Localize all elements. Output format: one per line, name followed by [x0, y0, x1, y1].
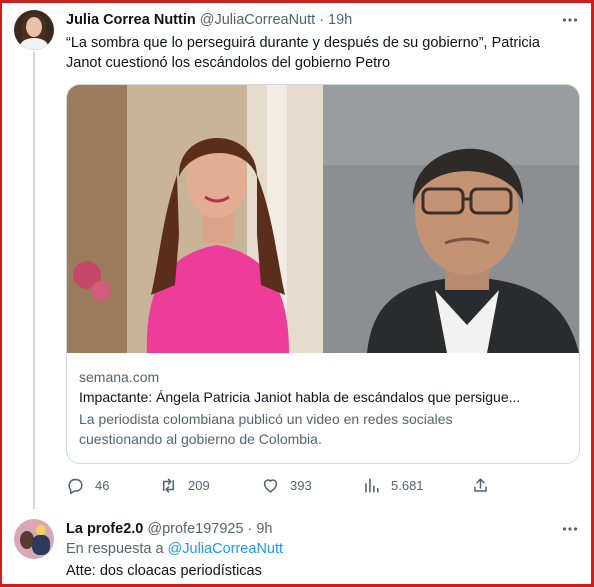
reply-button[interactable]: 46 — [66, 474, 109, 496]
tweet-text-line: “La sombra que lo perseguirá durante y d… — [66, 35, 540, 51]
more-icon[interactable] — [560, 10, 580, 30]
retweet-button[interactable]: 209 — [159, 474, 210, 496]
views-count: 5.681 — [391, 477, 424, 493]
reply-icon — [68, 478, 83, 494]
window-frame-left — [0, 0, 2, 587]
like-icon — [263, 478, 278, 493]
reply-author-avatar[interactable] — [14, 519, 54, 559]
tweet-actions: 46 209 393 5.681 — [66, 474, 506, 496]
link-card-info[interactable]: semana.com Impactante: Ángela Patricia J… — [79, 367, 569, 449]
link-card-image[interactable] — [67, 85, 579, 353]
more-icon[interactable] — [560, 519, 580, 539]
link-card[interactable]: semana.com Impactante: Ángela Patricia J… — [66, 84, 580, 464]
reply-count: 46 — [95, 477, 110, 493]
share-icon — [474, 477, 487, 492]
thread-connector-line — [33, 52, 35, 509]
author-name[interactable]: Julia Correa Nuttin — [66, 12, 196, 28]
window-frame-top — [0, 0, 594, 3]
link-card-description: La periodista colombiana publicó un vide… — [79, 409, 569, 449]
share-button[interactable] — [471, 474, 490, 496]
like-button[interactable]: 393 — [261, 474, 312, 496]
link-card-domain: semana.com — [79, 369, 160, 385]
tweet-header: Julia Correa Nuttin @JuliaCorreaNutt · 1… — [66, 10, 352, 30]
retweet-icon — [162, 477, 175, 493]
link-card-description-line: cuestionando al gobierno de Colombia. — [79, 431, 322, 447]
author-handle[interactable]: @JuliaCorreaNutt — [200, 12, 315, 28]
reply-header-separator: · — [247, 521, 253, 537]
like-count: 393 — [290, 477, 312, 493]
author-avatar[interactable] — [14, 10, 54, 50]
reply-text: Atte: dos cloacas periodísticas — [66, 563, 262, 579]
reply-author-name[interactable]: La profe2.0 — [66, 521, 143, 537]
replying-to: En respuesta a @JuliaCorreaNutt — [66, 541, 283, 557]
replying-to-mention[interactable]: @JuliaCorreaNutt — [168, 541, 283, 557]
replying-to-label: En respuesta a — [66, 541, 164, 557]
retweet-count: 209 — [188, 477, 210, 493]
link-card-title: Impactante: Ángela Patricia Janiot habla… — [79, 389, 521, 405]
reply-timestamp[interactable]: 9h — [256, 521, 272, 537]
link-card-description-line: La periodista colombiana publicó un vide… — [79, 411, 453, 427]
header-separator: · — [319, 12, 325, 28]
tweet-timestamp[interactable]: 19h — [328, 12, 352, 28]
reply-header: La profe2.0 @profe197925 · 9h — [66, 519, 273, 539]
tweet-text: “La sombra que lo perseguirá durante y d… — [66, 33, 566, 73]
reply-author-handle[interactable]: @profe197925 — [147, 521, 243, 537]
tweet-text-line: Janot cuestionó los escándolos del gobie… — [66, 55, 391, 71]
views-icon — [365, 477, 379, 493]
views-button[interactable]: 5.681 — [362, 474, 424, 496]
